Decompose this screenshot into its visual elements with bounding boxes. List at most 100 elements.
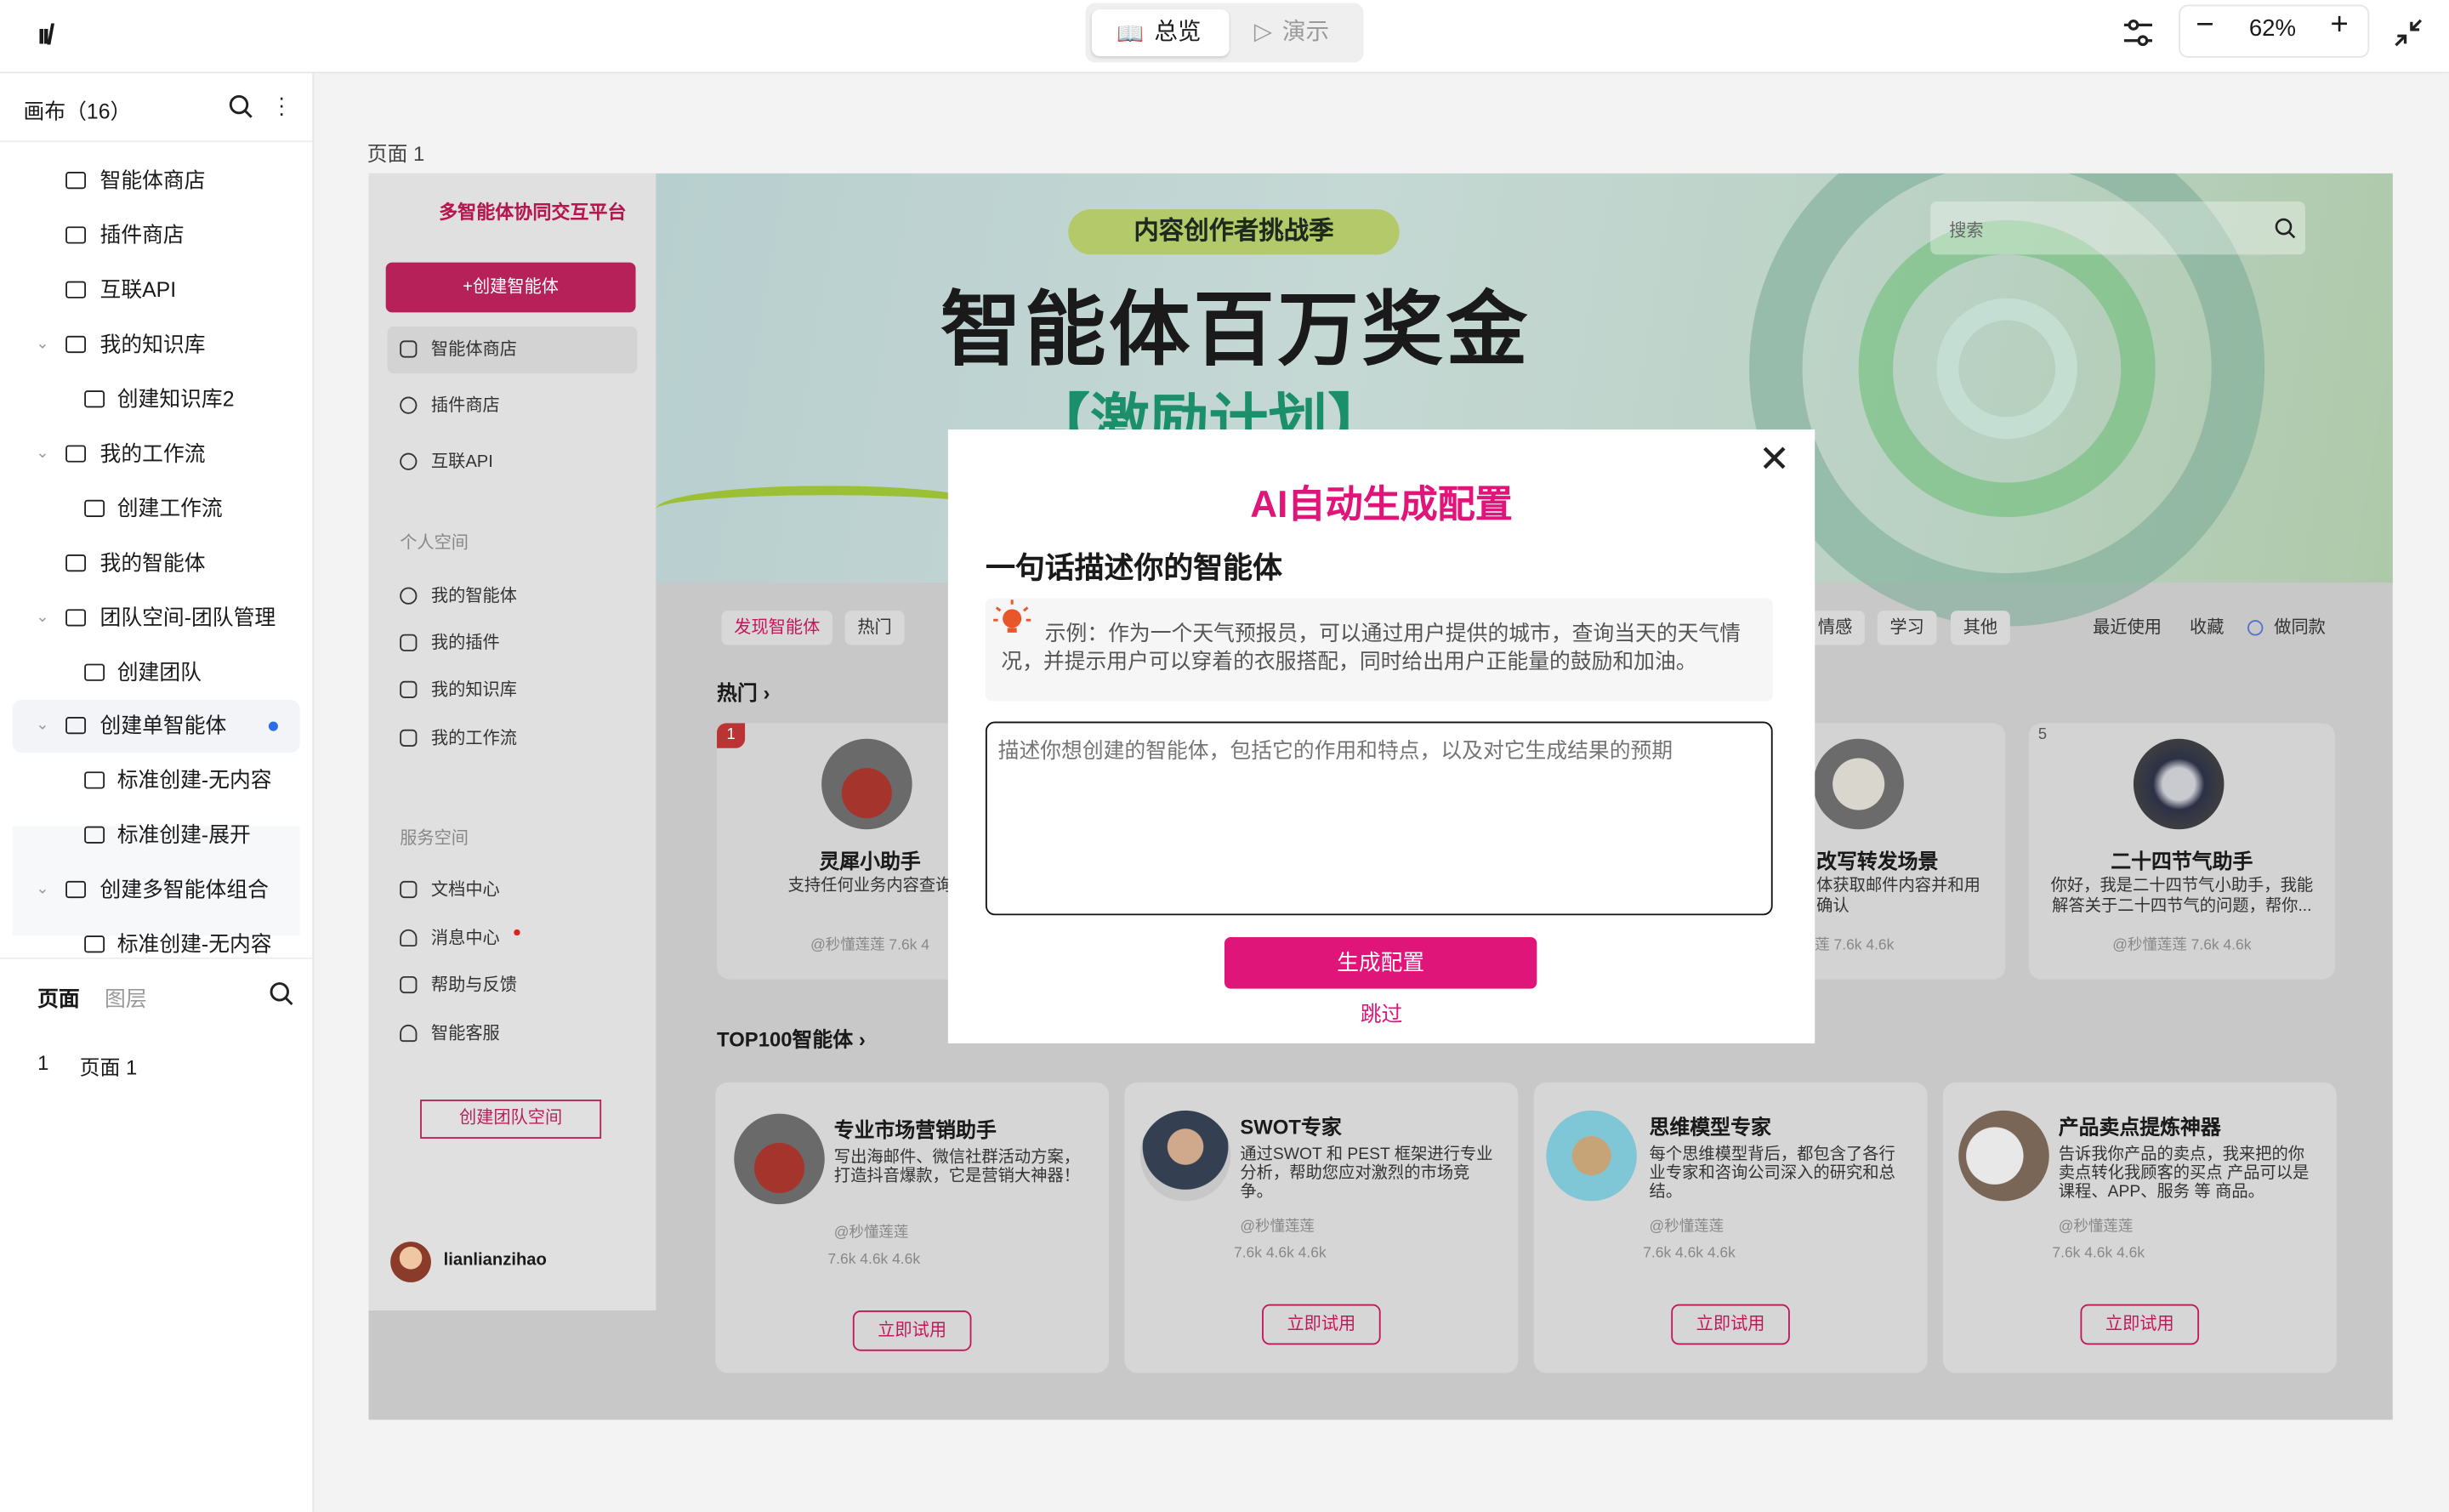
skip-link[interactable]: 跳过 <box>948 997 1815 1028</box>
chip-learning[interactable]: 学习 <box>1877 611 1937 645</box>
tree-item-team-space[interactable]: ⌄ 团队空间-团队管理 <box>13 592 300 645</box>
present-tab[interactable]: ▷ 演示 <box>1239 9 1358 56</box>
tree-item-standard-empty[interactable]: 标准创建-无内容 <box>13 754 300 807</box>
app-logo[interactable]: ıı/ <box>37 19 54 52</box>
page-frame-label[interactable]: 页面 1 <box>367 138 425 168</box>
top-card[interactable]: 思维模型专家 每个思维模型背后，都包含了各行业专家和咨询公司深入的研究和总结。 … <box>1533 1082 1928 1373</box>
chevron-down-icon[interactable]: ⌄ <box>36 700 48 753</box>
try-now-button[interactable]: 立即试用 <box>852 1310 972 1351</box>
zoom-control: − 62% + <box>2179 4 2370 58</box>
filter-same-style[interactable]: 做同款 <box>2262 611 2338 645</box>
tree-item-create-workflow[interactable]: 创建工作流 <box>13 483 300 536</box>
hot-section-title[interactable]: 热门 › <box>717 676 770 706</box>
chevron-down-icon[interactable]: ⌄ <box>36 592 48 645</box>
top100-section-title[interactable]: TOP100智能体 › <box>717 1023 866 1053</box>
tree-item-create-knowledge[interactable]: 创建知识库2 <box>13 373 300 426</box>
rank-badge: 5 <box>2037 726 2048 744</box>
tab-layers[interactable]: 图层 <box>105 981 147 1012</box>
tree-item-plugin-store[interactable]: 插件商店 <box>13 209 300 262</box>
view-mode-switch: 📖 总览 ▷ 演示 <box>1085 3 1364 63</box>
avatar[interactable] <box>390 1242 431 1282</box>
agent-avatar <box>821 738 912 830</box>
tree-item-standard-expand[interactable]: 标准创建-展开 <box>13 809 300 861</box>
agent-description-input[interactable] <box>985 721 1773 916</box>
nav-my-knowledge[interactable]: 我的知识库 <box>388 667 638 713</box>
agent-author: @秒懂莲莲 <box>2058 1218 2134 1236</box>
search-icon[interactable] <box>269 981 293 1006</box>
tree-item-create-multi-agent[interactable]: ⌄ 创建多智能体组合 <box>13 864 300 917</box>
ai-config-modal: ✕ AI自动生成配置 一句话描述你的智能体 示例：作为一个天气预报员，可以通过用… <box>947 429 1815 1043</box>
collapse-icon[interactable] <box>2393 17 2424 48</box>
app-sidebar: 多智能体协同交互平台 +创建智能体 智能体商店 插件商店 互联API 个人空间 … <box>368 173 656 1310</box>
nav-agent-store[interactable]: 智能体商店 <box>387 326 638 373</box>
agent-stats: 莲 7.6k 4.6k <box>1815 937 1895 955</box>
tree-item-agent-store[interactable]: 智能体商店 <box>13 155 300 207</box>
page-list-item[interactable]: 1 页面 1 <box>0 1051 312 1089</box>
modal-title: AI自动生成配置 <box>1250 484 1513 526</box>
tree-item-my-knowledge[interactable]: ⌄ 我的知识库 <box>13 319 300 372</box>
agent-stats: 7.6k 4.6k 4.6k <box>1643 1244 1736 1263</box>
nav-messages[interactable]: 消息中心 <box>388 915 638 962</box>
top-card[interactable]: 专业市场营销助手 写出海邮件、微信社群活动方案，打造抖音爆款，它是营销大神器！ … <box>715 1082 1110 1373</box>
nav-my-plugin[interactable]: 我的插件 <box>388 620 638 667</box>
try-now-button[interactable]: 立即试用 <box>1671 1304 1790 1345</box>
nav-my-agent[interactable]: 我的智能体 <box>388 573 638 620</box>
chip-hot[interactable]: 热门 <box>844 611 905 645</box>
top-card[interactable]: 产品卖点提炼神器 告诉我你产品的卖点，我来把的你卖点转化我顾客的买点 产品可以是… <box>1942 1082 2337 1373</box>
overview-tab[interactable]: 📖 总览 <box>1091 9 1230 57</box>
chip-discover[interactable]: 发现智能体 <box>721 611 832 645</box>
plugin-icon <box>400 396 418 414</box>
example-box: 示例：作为一个天气预报员，可以通过用户提供的城市，查询当天的天气情况，并提示用户… <box>985 598 1773 702</box>
chevron-down-icon[interactable]: ⌄ <box>36 428 48 480</box>
nav-api[interactable]: 互联API <box>388 439 638 486</box>
tree-item-api[interactable]: 互联API <box>13 264 300 316</box>
search-icon[interactable] <box>228 94 253 118</box>
chevron-down-icon[interactable]: ⌄ <box>36 319 48 372</box>
tree-item-my-agent[interactable]: 我的智能体 <box>13 537 300 590</box>
agent-author: @秒懂莲莲 <box>1649 1218 1725 1236</box>
unread-dot <box>514 929 520 936</box>
agent-description: 每个思维模型背后，都包含了各行业专家和咨询公司深入的研究和总结。 <box>1649 1145 1895 1202</box>
top-card[interactable]: SWOT专家 通过SWOT 和 PEST 框架进行专业分析，帮助您应对激烈的市场… <box>1124 1082 1519 1373</box>
filter-favorites[interactable]: 收藏 <box>2177 611 2236 645</box>
zoom-in-button[interactable]: + <box>2330 8 2348 43</box>
nav-docs[interactable]: 文档中心 <box>388 867 638 913</box>
hot-card[interactable]: 5 二十四节气助手 你好，我是二十四节气小助手，我能解答关于二十四节气的问题，帮… <box>2028 723 2335 980</box>
try-now-button[interactable]: 立即试用 <box>2080 1304 2200 1345</box>
api-icon <box>400 452 418 470</box>
app-brand: 多智能体协同交互平台 <box>439 201 627 224</box>
create-team-button[interactable]: 创建团队空间 <box>420 1100 602 1139</box>
nav-my-workflow[interactable]: 我的工作流 <box>388 715 638 762</box>
nav-plugin-store[interactable]: 插件商店 <box>388 383 638 429</box>
agent-name: 专业市场营销助手 <box>833 1118 997 1142</box>
try-now-button[interactable]: 立即试用 <box>1262 1304 1381 1345</box>
agent-icon <box>400 587 418 605</box>
tree-item-my-workflow[interactable]: ⌄ 我的工作流 <box>13 428 300 480</box>
agent-name: 二十四节气助手 <box>2111 850 2253 873</box>
zoom-out-button[interactable]: − <box>2196 8 2213 43</box>
filter-recent[interactable]: 最近使用 <box>2080 611 2173 645</box>
tree-item-standard-empty-2[interactable]: 标准创建-无内容 <box>13 918 300 956</box>
top-toolbar: ıı/ 📖 总览 ▷ 演示 − 62% + <box>0 0 2449 74</box>
modal-subtitle: 一句话描述你的智能体 <box>985 553 1282 586</box>
bell-icon <box>400 929 418 947</box>
more-icon[interactable]: · · · <box>278 86 286 123</box>
search-box[interactable]: 搜索 <box>1930 201 2305 255</box>
zoom-level[interactable]: 62% <box>2249 15 2296 42</box>
create-agent-button[interactable]: +创建智能体 <box>385 262 636 313</box>
tree-item-create-team[interactable]: 创建团队 <box>13 646 300 699</box>
tab-pages[interactable]: 页面 <box>37 981 80 1012</box>
chevron-down-icon[interactable]: ⌄ <box>36 864 48 917</box>
headset-icon <box>400 1024 418 1043</box>
agent-avatar <box>1958 1110 2049 1202</box>
search-icon[interactable] <box>2274 217 2296 239</box>
agent-name: SWOT专家 <box>1240 1115 1342 1139</box>
nav-support[interactable]: 智能客服 <box>388 1010 638 1057</box>
generate-config-button[interactable]: 生成配置 <box>1224 937 1537 989</box>
nav-help[interactable]: 帮助与反馈 <box>388 962 638 1009</box>
agent-avatar <box>1546 1110 1637 1202</box>
settings-sliders-icon[interactable] <box>2121 15 2155 49</box>
tree-item-create-single-agent[interactable]: ⌄ 创建单智能体 <box>12 699 300 753</box>
chip-other[interactable]: 其他 <box>1951 611 2010 645</box>
agent-avatar <box>1139 1110 1231 1202</box>
